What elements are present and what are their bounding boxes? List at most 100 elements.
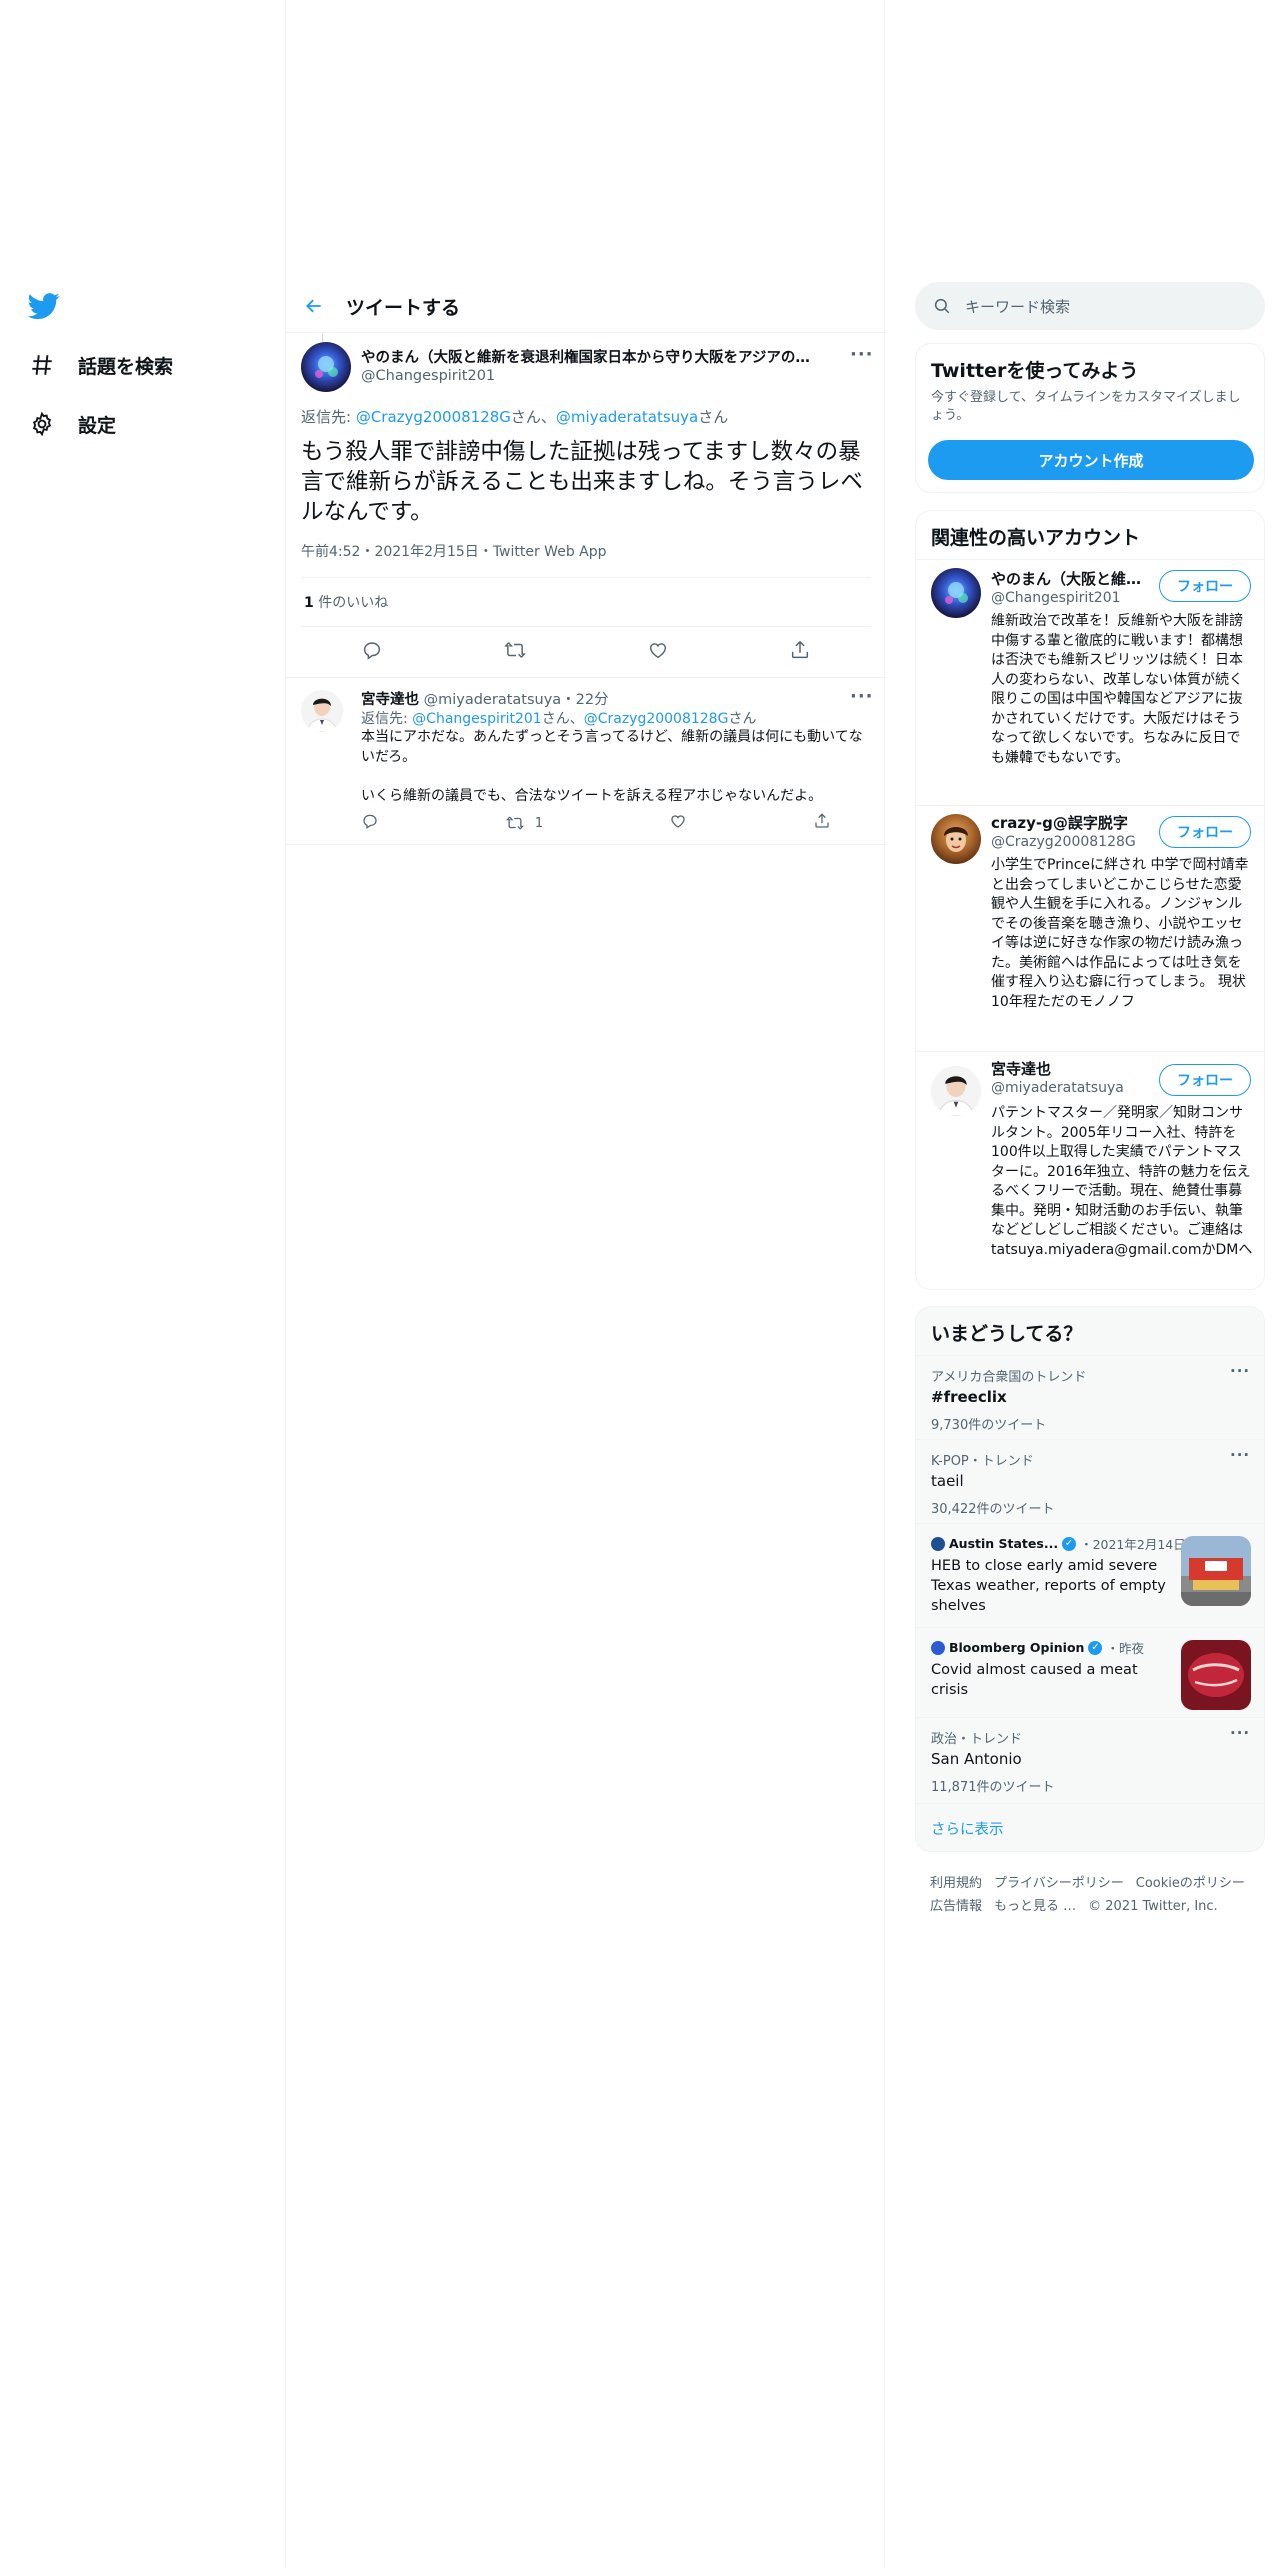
gear-icon: [28, 410, 56, 438]
account-item[interactable]: やのまん（大阪と維… @Changespirit201 フォロー 維新政治で改革…: [916, 559, 1264, 805]
more-icon[interactable]: ···: [1230, 1446, 1250, 1464]
more-icon[interactable]: ···: [1230, 1362, 1250, 1380]
footer-more-link[interactable]: もっと見る …: [994, 1895, 1076, 1918]
trends-title: いまどうしてる？: [931, 1323, 1083, 1345]
trend-item[interactable]: アメリカ合衆国のトレンド ··· #freeclix 9,730件のツイート: [916, 1355, 1264, 1439]
back-button[interactable]: [286, 280, 342, 333]
avatar[interactable]: [931, 568, 981, 618]
reply-author-name[interactable]: 宮寺達也: [361, 692, 419, 708]
search-box[interactable]: キーワード検索: [915, 282, 1265, 330]
like-stat[interactable]: 1 件のいいね: [304, 592, 388, 612]
avatar[interactable]: [931, 814, 981, 864]
trend-count: 11,871件のツイート: [931, 1780, 1055, 1795]
nav-settings[interactable]: 設定: [28, 404, 116, 444]
more-icon[interactable]: ···: [1230, 1724, 1250, 1742]
account-bio: 小学生でPrinceに絆され 中学で岡村靖幸と出会ってしまいどこかこじらせた恋愛…: [991, 857, 1249, 1010]
tweet-source[interactable]: Twitter Web App: [493, 544, 607, 560]
footer-copyright: © 2021 Twitter, Inc.: [1088, 1899, 1218, 1914]
reply-text-line: 本当にアホだな。あんたずっとそう言ってるけど、維新の議員は何にも動いてないだろ。: [361, 729, 863, 765]
avatar[interactable]: [931, 1066, 981, 1116]
follow-button[interactable]: フォロー: [1159, 1064, 1251, 1096]
account-item[interactable]: crazy-g@誤字脱字 @Crazyg20008128G フォロー 小学生でP…: [916, 805, 1264, 1051]
like-icon[interactable]: [647, 639, 669, 665]
account-name[interactable]: crazy-g@誤字脱字: [991, 812, 1128, 833]
reply-mention-link[interactable]: @miyaderatatsuya: [556, 408, 698, 426]
signup-desc: 今すぐ登録して、タイムラインをカスタマイズしましょう。: [931, 390, 1241, 423]
reply-icon[interactable]: [361, 812, 379, 834]
account-bio: 維新政治で改革を！反維新や大阪を誹謗中傷する輩と徹底的に戦います！都構想は否決で…: [991, 613, 1243, 766]
trend-count: 30,422件のツイート: [931, 1502, 1055, 1517]
account-item[interactable]: 宮寺達也 @miyaderatatsuya フォロー パテントマスター／発明家／…: [916, 1051, 1264, 1289]
reply-mention-link[interactable]: @Crazyg20008128G: [584, 711, 729, 727]
create-account-button[interactable]: アカウント作成: [928, 440, 1254, 480]
account-handle[interactable]: @Changespirit201: [991, 590, 1121, 606]
avatar[interactable]: [301, 690, 343, 732]
reply-tweet[interactable]: 宮寺達也 @miyaderatatsuya・22分 ··· 返信先: @Chan…: [286, 678, 886, 845]
reply-mention-link[interactable]: @Changespirit201: [412, 711, 542, 727]
footer-cookie-link[interactable]: Cookieのポリシー: [1136, 1872, 1245, 1895]
trend-name: #freeclix: [931, 1388, 1007, 1406]
author-handle[interactable]: @Changespirit201: [361, 368, 495, 384]
share-icon[interactable]: [813, 812, 831, 834]
trend-context: 政治・トレンド: [931, 1732, 1023, 1747]
news-meta: Bloomberg Opinion ✓ ・昨夜: [931, 1638, 1144, 1657]
footer-terms-link[interactable]: 利用規約: [930, 1872, 982, 1895]
like-icon[interactable]: [669, 812, 687, 834]
news-headline: HEB to close early amid severe Texas wea…: [931, 1558, 1166, 1614]
page-title: ツイートする: [346, 296, 461, 319]
retweet-button[interactable]: 1: [505, 814, 543, 832]
news-source: Austin States...: [949, 1536, 1059, 1551]
avatar[interactable]: [301, 342, 351, 392]
trend-name: taeil: [931, 1472, 964, 1490]
signup-card: Twitterを使ってみよう 今すぐ登録して、タイムラインをカスタマイズしましょ…: [915, 343, 1265, 493]
page-header: ツイートする: [286, 280, 886, 333]
account-bio: パテントマスター／発明家／知財コンサルタント。2005年リコー入社、特許を100…: [991, 1105, 1253, 1258]
show-more-row[interactable]: さらに表示: [916, 1803, 1264, 1851]
author-name[interactable]: やのまん（大阪と維新を衰退利権国家日本から守り大阪をアジアの…: [361, 346, 831, 367]
trend-item[interactable]: 政治・トレンド ··· San Antonio 11,871件のツイート: [916, 1717, 1264, 1803]
account-name[interactable]: やのまん（大阪と維…: [991, 568, 1141, 589]
retweet-icon[interactable]: [503, 639, 527, 665]
reply-to-line: 返信先: @Changespirit201さん、@Crazyg20008128G…: [361, 708, 756, 728]
tweet-actions: [301, 627, 871, 677]
reply-author-handle[interactable]: @miyaderatatsuya: [424, 692, 562, 708]
news-meta: Austin States... ✓ ・2021年2月14日: [931, 1534, 1186, 1553]
trend-item[interactable]: K-POP・トレンド ··· taeil 30,422件のツイート: [916, 1439, 1264, 1523]
reply-time[interactable]: 22分: [576, 692, 609, 708]
account-handle[interactable]: @Crazyg20008128G: [991, 834, 1136, 850]
nav-explore[interactable]: 話題を検索: [28, 345, 173, 385]
account-name[interactable]: 宮寺達也: [991, 1058, 1051, 1079]
news-source: Bloomberg Opinion: [949, 1640, 1085, 1655]
follow-button[interactable]: フォロー: [1159, 816, 1251, 848]
trend-name: San Antonio: [931, 1750, 1022, 1768]
tweet-meta: 午前4:52・2021年2月15日・Twitter Web App: [301, 541, 607, 561]
nav-explore-label: 話題を検索: [78, 355, 174, 378]
more-icon[interactable]: ···: [850, 344, 874, 365]
reply-mention-link[interactable]: @Crazyg20008128G: [356, 408, 511, 426]
thread-line: [322, 334, 323, 342]
news-item[interactable]: Bloomberg Opinion ✓ ・昨夜 Covid almost cau…: [916, 1627, 1264, 1717]
follow-button[interactable]: フォロー: [1159, 570, 1251, 602]
news-item[interactable]: Austin States... ✓ ・2021年2月14日 HEB to cl…: [916, 1523, 1264, 1627]
footer-ads-link[interactable]: 広告情報: [930, 1895, 982, 1918]
tweet-time[interactable]: 午前4:52: [301, 544, 360, 560]
search-icon: [934, 298, 950, 314]
verified-icon: ✓: [1088, 1640, 1103, 1655]
share-icon[interactable]: [789, 639, 811, 665]
reply-prefix: 返信先:: [301, 408, 356, 426]
reply-icon[interactable]: [361, 639, 383, 665]
separator: ・: [478, 544, 493, 560]
separator: ・: [561, 692, 576, 708]
nav-settings-label: 設定: [78, 414, 117, 437]
search-input[interactable]: キーワード検索: [965, 296, 1070, 317]
tweet-date[interactable]: 2021年2月15日: [374, 544, 478, 560]
reply-suffix: さん: [728, 711, 757, 727]
twitter-logo-icon[interactable]: [27, 290, 60, 322]
show-more-link[interactable]: さらに表示: [931, 1818, 1004, 1839]
retweet-count: 1: [534, 815, 544, 831]
footer-privacy-link[interactable]: プライバシーポリシー: [994, 1872, 1124, 1895]
reply-prefix: 返信先:: [361, 711, 413, 727]
account-handle[interactable]: @miyaderatatsuya: [991, 1080, 1124, 1096]
more-icon[interactable]: ···: [850, 686, 874, 707]
like-label: 件のいいね: [313, 595, 389, 611]
